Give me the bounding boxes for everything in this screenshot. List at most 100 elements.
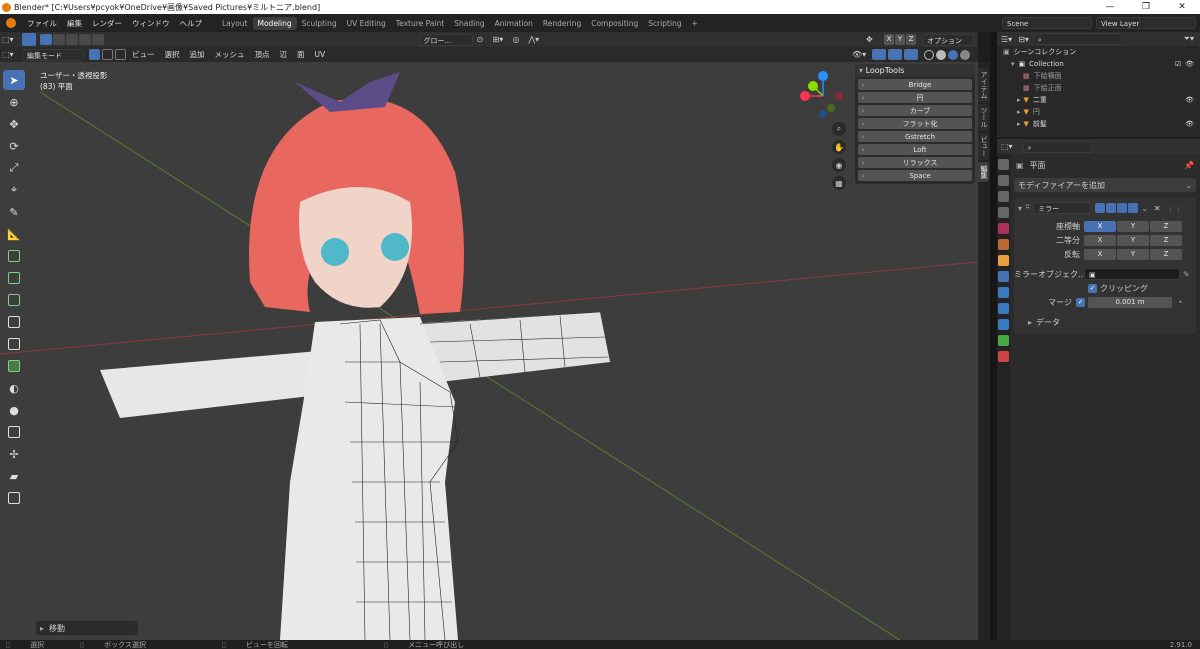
cursor-tool-icon[interactable]: ⊕ [3, 92, 25, 112]
menu-help[interactable]: ヘルプ [175, 18, 208, 29]
modifier-tab-icon[interactable] [998, 271, 1009, 282]
menu-uv[interactable]: UV [310, 50, 331, 59]
maximize-button[interactable]: ❐ [1128, 2, 1164, 12]
tab-animation[interactable]: Animation [490, 17, 538, 30]
outliner-editor-icon[interactable]: ☰▾ [1001, 35, 1012, 44]
zoom-icon[interactable]: ⌕ [832, 122, 846, 136]
falloff-icon[interactable]: ⋀▾ [529, 35, 553, 44]
snap-icon[interactable]: ⊞▾ [493, 35, 513, 44]
menu-window[interactable]: ウィンドウ [127, 18, 175, 29]
axis-y-toggle[interactable]: Y [1117, 220, 1149, 232]
shading-solid-button[interactable] [936, 49, 946, 60]
mode-dropdown[interactable]: 編集モード [22, 48, 84, 61]
rotate-tool-icon[interactable]: ⟳ [3, 136, 25, 156]
mirror-x-button[interactable]: X [884, 34, 894, 45]
modifier-name-input[interactable]: ミラー [1033, 202, 1092, 214]
keyframe-dot-icon[interactable]: • [1178, 298, 1183, 307]
edge-select-button[interactable] [102, 49, 113, 60]
scene-selector[interactable]: Scene [1002, 17, 1092, 29]
material-tab-icon[interactable] [998, 351, 1009, 362]
render-toggle[interactable] [1128, 203, 1139, 213]
shading-wireframe-button[interactable] [924, 49, 934, 60]
outliner-search-input[interactable]: ⌕ [1032, 33, 1123, 45]
flip-y-toggle[interactable]: Y [1117, 248, 1149, 260]
tab-layout[interactable]: Layout [217, 17, 253, 30]
axis-x-toggle[interactable]: X [1084, 220, 1116, 232]
checkbox-icon[interactable]: ☑ [1175, 60, 1181, 68]
properties-search-input[interactable]: ⌕ [1022, 140, 1093, 153]
edge-slide-tool-icon[interactable] [3, 422, 25, 442]
merge-distance-field[interactable]: 0.001 m [1088, 296, 1172, 308]
flip-z-toggle[interactable]: Z [1150, 248, 1182, 260]
list-item[interactable]: ▸ ▼ 円 [997, 106, 1200, 118]
bevel-tool-icon[interactable] [3, 290, 25, 310]
display-mode-icon[interactable]: ⊟▾ [1018, 35, 1029, 44]
drag-handle-icon[interactable]: ⋮⋮ [1167, 204, 1183, 213]
render-tab-icon[interactable] [998, 175, 1009, 186]
navigation-gizmo[interactable] [795, 68, 851, 124]
tab-tool[interactable]: ツール [978, 104, 989, 131]
select-mode-intersect-button[interactable] [92, 34, 104, 45]
minimize-button[interactable]: — [1092, 2, 1128, 12]
tab-rendering[interactable]: Rendering [538, 17, 586, 30]
world-tab-icon[interactable] [998, 239, 1009, 250]
constraints-tab-icon[interactable] [998, 319, 1009, 330]
shear-tool-icon[interactable]: ▰ [3, 466, 25, 486]
tab-edit[interactable]: 編集 [978, 162, 989, 182]
looptools-relax-button[interactable]: › リラックス [858, 157, 972, 168]
mirror-object-field[interactable]: ▣ [1084, 268, 1180, 280]
collection-row[interactable]: ▾ ▣ Collection ☑ 👁 [997, 58, 1200, 70]
last-operator-panel[interactable]: ▸ 移動 [36, 621, 138, 635]
menu-edit[interactable]: 編集 [62, 18, 87, 29]
move-tool-icon[interactable]: ✥ [3, 114, 25, 134]
poly-build-tool-icon[interactable] [3, 356, 25, 376]
data-tab-icon[interactable] [998, 335, 1009, 346]
list-item[interactable]: ▸ ▼ 前髪 👁 [997, 118, 1200, 130]
rip-tool-icon[interactable] [3, 488, 25, 508]
merge-checkbox[interactable]: ✓ [1076, 297, 1085, 307]
editor-menu-icon[interactable]: ⬚▾ [2, 50, 22, 59]
camera-icon[interactable]: ◉ [832, 158, 846, 172]
annotate-tool-icon[interactable]: ✎ [3, 202, 25, 222]
transform-gizmo-icon[interactable]: ✥ [866, 35, 884, 44]
tool-tab-icon[interactable] [998, 159, 1009, 170]
tab-uv-editing[interactable]: UV Editing [342, 17, 391, 30]
select-box-tool-icon[interactable]: ➤ [3, 70, 25, 90]
close-button[interactable]: ✕ [1164, 2, 1200, 12]
extrude-tool-icon[interactable] [3, 246, 25, 266]
edit-cage-toggle[interactable] [1095, 203, 1106, 213]
axis-z-toggle[interactable]: Z [1150, 220, 1182, 232]
transform-tool-icon[interactable]: ⌖ [3, 180, 25, 200]
bisect-x-toggle[interactable]: X [1084, 234, 1116, 246]
object-tab-icon[interactable] [998, 255, 1009, 266]
chevron-down-icon[interactable]: ⌄ [1141, 204, 1148, 213]
select-mode-subtract-button[interactable] [66, 34, 78, 45]
looptools-loft-button[interactable]: › Loft [858, 144, 972, 155]
grid-icon[interactable]: ▦ [832, 176, 846, 190]
inset-tool-icon[interactable] [3, 268, 25, 288]
scene-tab-icon[interactable] [998, 223, 1009, 234]
tab-texture-paint[interactable]: Texture Paint [391, 17, 449, 30]
menu-edge[interactable]: 辺 [275, 49, 293, 60]
scene-collection-row[interactable]: ▣ シーンコレクション [997, 46, 1200, 58]
overlay-toggle-button[interactable] [888, 49, 902, 60]
tab-compositing[interactable]: Compositing [586, 17, 643, 30]
proportional-edit-icon[interactable]: ◎ [513, 35, 529, 44]
pivot-point-icon[interactable]: ⊙ [477, 35, 493, 44]
particles-tab-icon[interactable] [998, 287, 1009, 298]
xray-toggle-button[interactable] [904, 49, 918, 60]
looptools-circle-button[interactable]: › 円 [858, 92, 972, 103]
physics-tab-icon[interactable] [998, 303, 1009, 314]
mirror-z-button[interactable]: Z [906, 34, 916, 45]
looptools-bridge-button[interactable]: › Bridge [858, 79, 972, 90]
looptools-header[interactable]: ▾ LoopTools [855, 64, 975, 77]
menu-render[interactable]: レンダー [87, 18, 127, 29]
area-divider[interactable] [990, 32, 997, 640]
tab-scripting[interactable]: Scripting [643, 17, 686, 30]
gizmo-toggle-button[interactable] [872, 49, 886, 60]
select-mode-invert-button[interactable] [79, 34, 91, 45]
viewport-toggle[interactable] [1117, 203, 1128, 213]
shading-rendered-button[interactable] [960, 49, 970, 60]
tab-item[interactable]: アイテム [978, 68, 989, 102]
visibility-icon[interactable]: 👁▾ [852, 50, 872, 59]
